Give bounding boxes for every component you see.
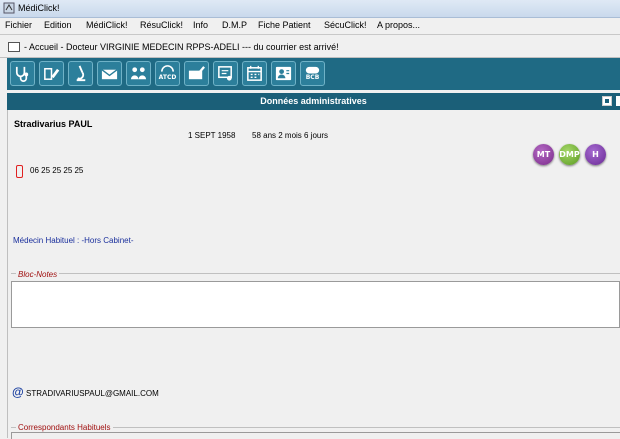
badge-dmp[interactable]: DMP: [559, 144, 580, 165]
calendar-button[interactable]: [242, 61, 267, 86]
badge-h[interactable]: H: [585, 144, 606, 165]
document-title: - Accueil - Docteur VIRGINIE MEDECIN RPP…: [24, 42, 339, 52]
restore-icon[interactable]: [602, 96, 612, 106]
bcb-button[interactable]: BCB: [300, 61, 325, 86]
atcd-label: ATCD: [158, 74, 177, 81]
menu-dmp[interactable]: D.M.P: [222, 20, 247, 30]
mail-button[interactable]: [97, 61, 122, 86]
patients-button[interactable]: [126, 61, 151, 86]
id-card-icon: [275, 66, 292, 81]
menu-mediclick[interactable]: MédiClick!: [86, 20, 128, 30]
section-title: Données administratives: [260, 96, 367, 106]
id-card-button[interactable]: [271, 61, 296, 86]
patient-phone[interactable]: 06 25 25 25 25: [30, 166, 83, 175]
phone-icon: [16, 165, 23, 178]
mail-icon: [101, 69, 118, 80]
courrier-icon: [188, 66, 205, 80]
prescription-icon: [44, 67, 60, 80]
app-icon: [3, 2, 15, 14]
patient-dob: 1 SEPT 1958: [188, 131, 236, 140]
stethoscope-icon: [15, 66, 29, 82]
bloc-notes-textarea[interactable]: [11, 281, 620, 328]
bcb-label: BCB: [305, 74, 320, 81]
badge-mt[interactable]: MT: [533, 144, 554, 165]
pin-icon[interactable]: [616, 96, 620, 106]
correspondants-label: Correspondants Habituels: [16, 423, 113, 432]
section-header: Données administratives: [7, 93, 620, 110]
menu-info[interactable]: Info: [193, 20, 208, 30]
atcd-button[interactable]: ATCD: [155, 61, 180, 86]
menu-bar: Fichier Edition MédiClick! RésuClick! In…: [0, 18, 620, 34]
prescription-button[interactable]: [39, 61, 64, 86]
menu-a-propos[interactable]: A propos...: [377, 20, 420, 30]
menu-edition[interactable]: Edition: [44, 20, 72, 30]
bloc-notes-label: Bloc-Notes: [16, 270, 60, 279]
medecin-habituel[interactable]: Médecin Habituel : -Hors Cabinet-: [13, 236, 134, 245]
courrier-button[interactable]: [184, 61, 209, 86]
patient-email[interactable]: STRADIVARIUSPAUL@GMAIL.COM: [26, 389, 159, 398]
email-icon: @: [12, 385, 24, 399]
patients-icon: [130, 67, 147, 80]
patient-name: Stradivarius PAUL: [14, 119, 93, 129]
stethoscope-button[interactable]: [10, 61, 35, 86]
toolbar: ATCD BCB: [7, 58, 620, 90]
window-icon: [8, 42, 20, 52]
calendar-icon: [247, 65, 262, 81]
microscope-button[interactable]: [68, 61, 93, 86]
certificate-icon: [218, 66, 232, 81]
document-tab[interactable]: - Accueil - Docteur VIRGINIE MEDECIN RPP…: [0, 37, 620, 58]
menu-fichier[interactable]: Fichier: [5, 20, 32, 30]
patient-age: 58 ans 2 mois 6 jours: [252, 131, 329, 140]
bloc-notes-divider: [11, 273, 620, 274]
menu-separator: [0, 34, 620, 35]
window-title: MédiClick!: [18, 3, 60, 13]
menu-fiche-patient[interactable]: Fiche Patient: [258, 20, 311, 30]
menu-resuclick[interactable]: RésuClick!: [140, 20, 183, 30]
title-bar: MédiClick!: [0, 0, 620, 18]
menu-secuclick[interactable]: SécuClick!: [324, 20, 367, 30]
microscope-icon: [76, 65, 86, 82]
certificate-button[interactable]: [213, 61, 238, 86]
